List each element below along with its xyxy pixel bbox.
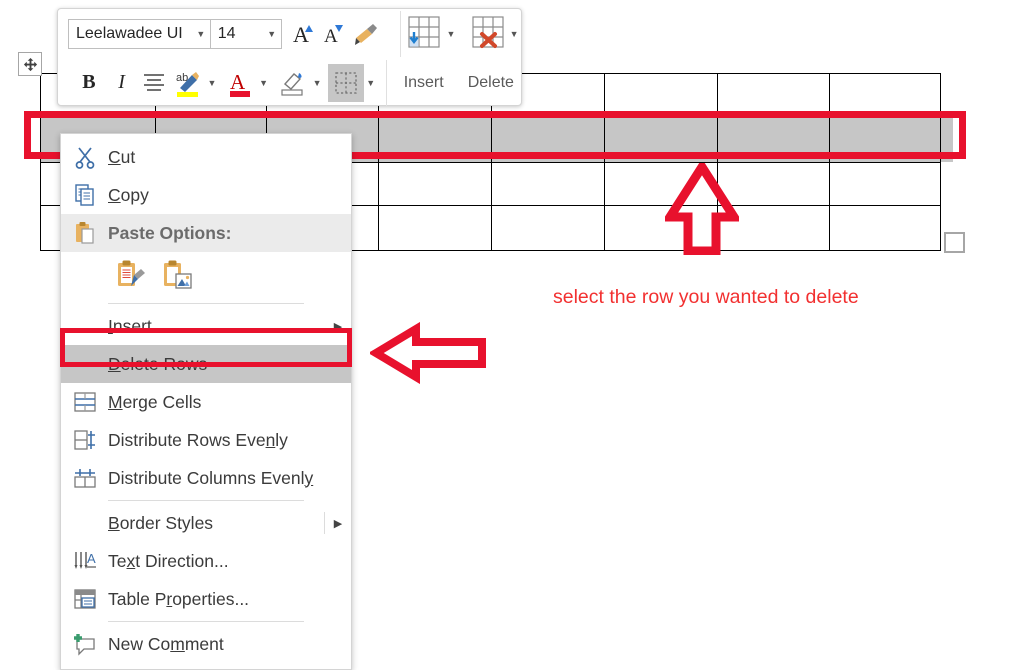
font-name-value: Leelawadee UI [76,25,183,42]
insert-button[interactable]: Insert [397,74,451,92]
chevron-down-icon[interactable]: ▼ [364,78,378,88]
insert-table-icon[interactable] [405,13,444,55]
shading-icon[interactable] [274,66,310,100]
menu-item-distribute-columns-evenly[interactable]: Distribute Columns Evenly [61,459,351,497]
toolbar-divider [385,59,387,106]
borders-icon[interactable] [328,63,364,102]
chevron-down-icon[interactable]: ▼ [205,78,219,88]
menu-item-distribute-rows-evenly[interactable]: Distribute Rows Evenly [61,421,351,459]
mini-toolbar-row-font: Leelawadee UI ▼ 14 ▼ A A ▼ ▼ [58,9,521,59]
menu-item-label: Merge Cells [108,391,202,412]
mini-toolbar-row-format: B I ab ▼ A ▼ ▼ ▼ Insert Delete [58,59,521,106]
menu-item-label: Table Properties... [108,588,250,609]
menu-item-new-comment[interactable]: New Comment [61,625,351,663]
font-name-combo[interactable]: Leelawadee UI ▼ [68,19,211,49]
copy-icon [61,183,108,207]
left-arrow-callout [368,321,488,389]
context-menu[interactable]: Cut Copy Paste Options: Insert ▶ Delete … [60,133,352,670]
menu-divider [108,621,304,622]
shrink-font-icon[interactable]: A [320,17,350,51]
chevron-down-icon[interactable]: ▼ [263,19,281,49]
text-direction-icon: A [61,549,108,573]
chevron-down-icon[interactable]: ▼ [310,78,324,88]
delete-rows-callout-box [60,328,352,367]
table-vline [829,73,830,250]
format-painter-icon[interactable] [352,17,382,51]
chevron-down-icon[interactable]: ▼ [444,29,458,39]
menu-item-table-properties[interactable]: Table Properties... [61,580,351,618]
menu-item-label: Copy [108,184,149,205]
delete-button[interactable]: Delete [461,74,521,92]
menu-item-label: Distribute Columns Evenly [108,467,314,488]
menu-item-merge-cells[interactable]: Merge Cells [61,383,351,421]
align-icon[interactable] [137,66,171,100]
chevron-right-icon: ▶ [333,517,343,530]
chevron-down-icon[interactable]: ▼ [257,78,271,88]
menu-item-paste-options: Paste Options: [61,214,351,252]
paste-options-icon-row[interactable] [61,252,351,300]
annotation-text: select the row you wanted to delete [553,286,859,308]
menu-item-label: Paste Options: [108,222,232,243]
delete-table-icon[interactable] [468,13,507,55]
menu-item-label: Text Direction... [108,550,229,571]
chevron-down-icon[interactable]: ▼ [192,19,210,49]
menu-item-label: New Comment [108,633,224,654]
menu-divider [108,303,304,304]
svg-text:A: A [293,22,309,47]
table-resize-handle[interactable] [944,232,965,253]
text-highlight-color-icon[interactable]: ab [171,66,205,100]
merge-cells-icon [61,390,108,414]
grow-font-icon[interactable]: A [290,17,320,51]
table-properties-icon [61,587,108,611]
distribute-rows-icon [61,428,108,452]
font-size-combo[interactable]: 14 ▼ [209,19,282,49]
svg-text:A: A [324,26,338,47]
menu-divider [108,500,304,501]
menu-item-label: Border Styles [108,512,214,533]
font-size-value: 14 [217,25,236,42]
menu-item-text-direction[interactable]: A Text Direction... [61,542,351,580]
paste-picture-icon[interactable] [154,255,200,297]
table-vline [40,73,41,250]
distribute-columns-icon [61,466,108,490]
up-arrow-callout [661,158,743,260]
toolbar-divider [399,11,401,57]
svg-text:A: A [230,70,246,94]
table-move-handle[interactable] [18,52,42,76]
new-comment-icon [61,632,108,656]
menu-item-label: Distribute Rows Evenly [108,429,288,450]
italic-icon[interactable]: I [106,66,138,100]
font-color-icon[interactable]: A [223,66,257,100]
menu-item-copy[interactable]: Copy [61,176,351,214]
table-vline [604,73,605,250]
bold-icon[interactable]: B [72,66,106,100]
paste-keep-source-formatting-icon[interactable] [108,255,154,297]
svg-text:A: A [87,551,96,566]
mini-toolbar[interactable]: Leelawadee UI ▼ 14 ▼ A A ▼ ▼ B I ab ▼ A … [57,8,522,106]
paste-icon [61,221,108,245]
menu-item-cut[interactable]: Cut [61,138,351,176]
cut-icon [61,145,108,169]
chevron-down-icon[interactable]: ▼ [507,29,521,39]
menu-item-label: Cut [108,146,136,167]
submenu-divider [324,512,325,534]
menu-item-border-styles[interactable]: Border Styles ▶ [61,504,351,542]
